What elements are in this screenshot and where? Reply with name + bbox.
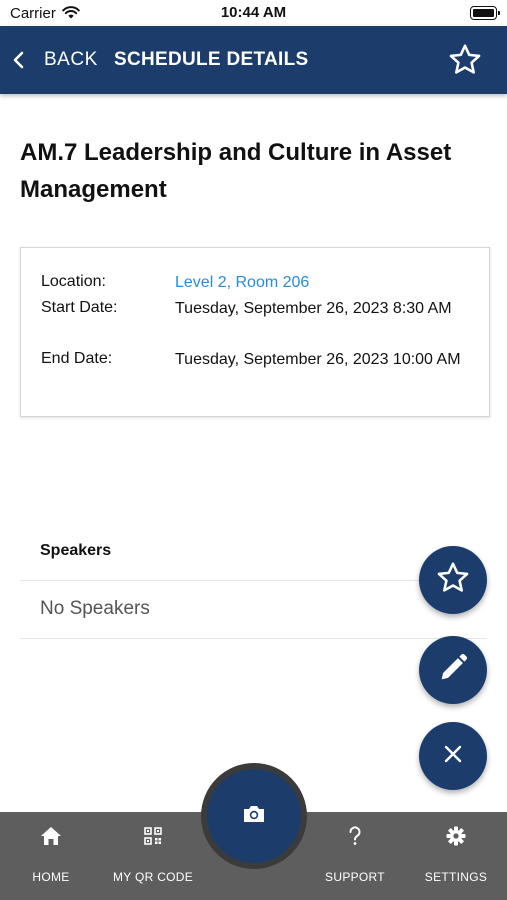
favorite-star-icon[interactable] — [447, 42, 483, 83]
question-icon — [348, 826, 362, 846]
clock: 10:44 AM — [220, 4, 287, 21]
divider — [20, 580, 487, 581]
favorite-fab-button[interactable] — [419, 546, 487, 614]
no-speakers-text: No Speakers — [40, 598, 150, 619]
home-icon — [40, 826, 62, 846]
tab-settings[interactable]: SETTINGS — [420, 812, 492, 900]
location-link[interactable]: Level 2, Room 206 — [175, 270, 470, 295]
gear-icon — [446, 826, 466, 846]
divider — [20, 638, 487, 639]
tab-home[interactable]: HOME — [22, 812, 80, 900]
back-chevron-icon[interactable] — [12, 50, 26, 75]
start-date-label: Start Date: — [41, 299, 118, 316]
start-date-value: Tuesday, September 26, 2023 8:30 AM — [175, 300, 452, 317]
end-date-label: End Date: — [41, 350, 113, 367]
back-button[interactable]: BACK — [44, 49, 98, 71]
session-title: AM.7 Leadership and Culture in Asset Man… — [20, 139, 452, 203]
close-icon — [442, 743, 464, 770]
battery-icon — [470, 6, 500, 20]
tab-label: HOME — [32, 870, 70, 884]
qr-code-icon — [144, 826, 162, 846]
edit-fab-button[interactable] — [419, 636, 487, 704]
page-title: SCHEDULE DETAILS — [114, 49, 309, 70]
close-fab-button[interactable] — [419, 722, 487, 790]
pencil-icon — [436, 651, 470, 690]
camera-button[interactable] — [207, 769, 301, 863]
tab-label: SETTINGS — [424, 870, 488, 884]
nav-bar: BACK SCHEDULE DETAILS — [0, 26, 507, 94]
star-icon — [435, 560, 471, 601]
status-bar: Carrier 10:44 AM — [0, 0, 507, 26]
camera-icon — [242, 804, 266, 829]
location-label: Location: — [41, 273, 106, 290]
end-date-value: Tuesday, September 26, 2023 10:00 AM — [175, 351, 461, 368]
tab-my-qr-code[interactable]: MY QR CODE — [106, 812, 200, 900]
tab-support[interactable]: SUPPORT — [322, 812, 388, 900]
speakers-header: Speakers — [40, 542, 112, 559]
camera-button-ring — [201, 763, 307, 869]
tab-label: MY QR CODE — [112, 870, 194, 884]
session-info-card: Location: Level 2, Room 206 Start Date: … — [20, 247, 490, 417]
tab-label: SUPPORT — [325, 870, 385, 884]
